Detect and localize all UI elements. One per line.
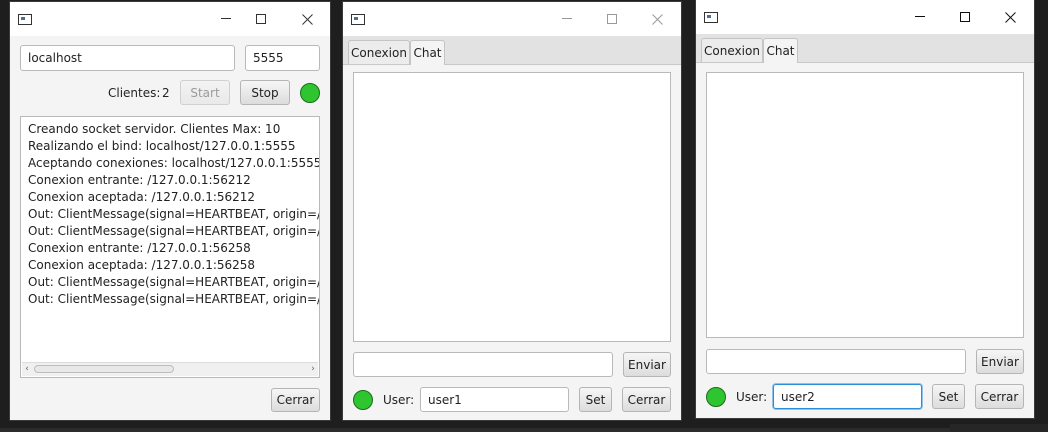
maximize-icon[interactable] [601,8,623,30]
close-button[interactable]: Cerrar [622,387,671,412]
app-icon [704,12,718,23]
username-input[interactable]: user2 [773,384,922,409]
start-button[interactable]: Start [180,80,230,105]
close-icon[interactable] [999,6,1021,28]
log-line: Creando socket servidor. Clientes Max: 1… [28,122,281,136]
log-line: Out: ClientMessage(signal=HEARTBEAT, ori… [28,292,319,306]
maximize-icon[interactable] [954,6,976,28]
maximize-icon[interactable] [250,8,272,30]
minimize-icon[interactable] [909,6,931,28]
scroll-left-icon[interactable]: ‹ [22,363,32,376]
chat-messages[interactable] [353,72,671,342]
log-line: Out: ClientMessage(signal=HEARTBEAT, ori… [28,207,319,221]
close-icon[interactable] [296,8,318,30]
minimize-icon[interactable] [215,8,237,30]
tab-bar: Conexion Chat [696,34,1034,63]
tab-chat[interactable]: Chat [410,40,445,65]
log-line: Aceptando conexiones: localhost/127.0.0.… [28,156,320,170]
message-input[interactable] [706,349,966,374]
log-line: Conexion entrante: /127.0.0.1:56212 [28,173,251,187]
server-window: localhost 5555 Clientes: 2 Start Stop Cr… [10,2,330,420]
client-window-user1: Conexion Chat Enviar User: user1 Set Cer… [343,2,681,420]
clients-count: 2 [162,86,170,100]
titlebar [10,2,330,36]
port-input[interactable]: 5555 [245,45,320,71]
log-line: Out: ClientMessage(signal=HEARTBEAT, ori… [28,224,319,238]
host-input[interactable]: localhost [20,45,235,71]
desktop-background-edge [950,424,1048,432]
connection-status-indicator [706,387,726,407]
app-icon [18,14,32,25]
log-line: Realizando el bind: localhost/127.0.0.1:… [28,139,296,153]
send-button[interactable]: Enviar [623,352,671,377]
stop-button[interactable]: Stop [240,80,290,105]
scrollbar-thumb[interactable] [34,365,174,373]
close-button[interactable]: Cerrar [271,388,320,412]
log-line: Conexion aceptada: /127.0.0.1:56212 [28,190,256,204]
minimize-icon[interactable] [556,8,578,30]
server-log[interactable]: Creando socket servidor. Clientes Max: 1… [20,116,320,378]
clients-label: Clientes: [108,86,161,100]
scroll-right-icon[interactable]: › [308,363,318,376]
titlebar [343,2,681,36]
log-line: Out: ClientMessage(signal=HEARTBEAT, ori… [28,275,319,289]
log-line: Conexion entrante: /127.0.0.1:56258 [28,241,251,255]
titlebar [696,0,1034,34]
user-label: User: [383,393,415,407]
message-input[interactable] [353,352,613,377]
close-button[interactable]: Cerrar [975,384,1024,409]
send-button[interactable]: Enviar [976,349,1024,374]
tab-chat[interactable]: Chat [763,38,798,63]
close-icon[interactable] [646,8,668,30]
tab-conexion[interactable]: Conexion [348,40,410,64]
username-input[interactable]: user1 [420,387,569,412]
set-button[interactable]: Set [932,384,965,409]
set-button[interactable]: Set [579,387,612,412]
horizontal-scrollbar[interactable]: ‹ › [22,362,318,376]
server-status-indicator [300,83,320,103]
tab-conexion[interactable]: Conexion [701,38,763,62]
log-line: Conexion aceptada: /127.0.0.1:56258 [28,258,256,272]
app-icon [351,14,365,25]
user-label: User: [736,390,768,404]
chat-messages[interactable] [706,72,1024,338]
client-window-user2: Conexion Chat Enviar User: user2 Set Cer… [696,0,1034,418]
desktop-background [0,428,1048,432]
tab-bar: Conexion Chat [343,36,681,65]
connection-status-indicator [353,390,373,410]
